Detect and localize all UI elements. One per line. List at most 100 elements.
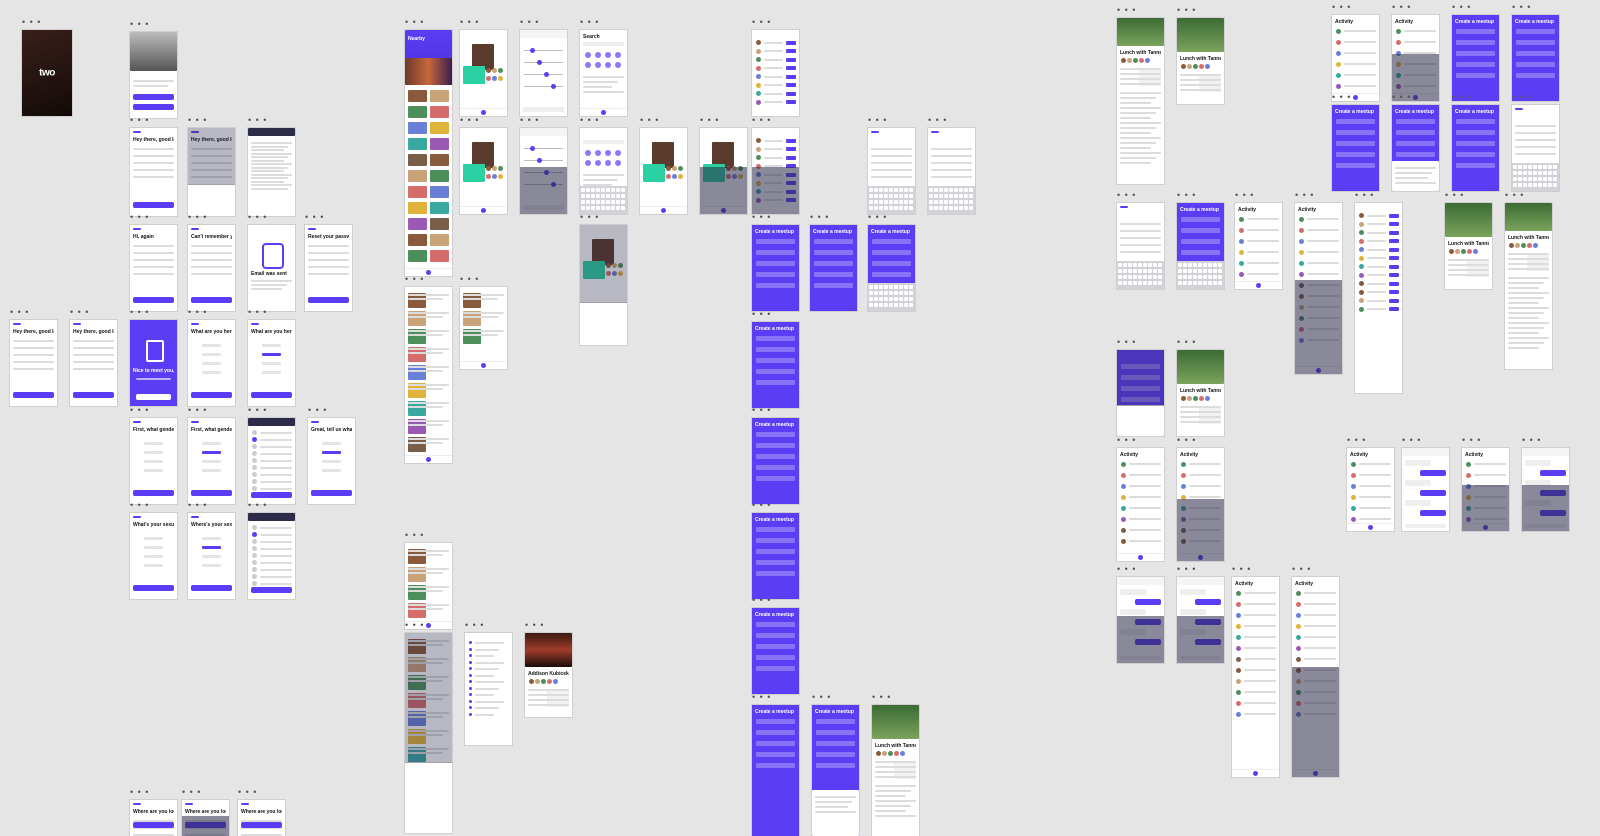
screen-frame[interactable]: First, what gender are you?	[130, 418, 177, 504]
frame-options-icon[interactable]: • • •	[188, 213, 207, 222]
option-item[interactable]	[202, 344, 221, 347]
keyboard-key[interactable]	[1148, 275, 1152, 279]
keyboard-key[interactable]	[904, 285, 908, 289]
keyboard-key[interactable]	[1123, 269, 1127, 273]
invite-button[interactable]	[1389, 256, 1399, 260]
frame-options-icon[interactable]: • • •	[640, 116, 659, 125]
keyboard-key[interactable]	[1193, 269, 1197, 273]
frame-options-icon[interactable]: • • •	[1177, 565, 1196, 574]
form-field[interactable]	[1456, 130, 1495, 135]
keyboard-key[interactable]	[1203, 269, 1207, 273]
frame-options-icon[interactable]: • • •	[752, 693, 771, 702]
keyboard-key[interactable]	[1178, 269, 1182, 273]
screen-frame[interactable]: Create a meetup	[1452, 15, 1499, 101]
keyboard-key[interactable]	[944, 194, 948, 198]
keyboard-key[interactable]	[944, 200, 948, 204]
keyboard-key[interactable]	[1523, 183, 1527, 187]
invite-button[interactable]	[1389, 239, 1399, 243]
keyboard-key[interactable]	[611, 194, 615, 198]
keyboard-key[interactable]	[601, 194, 605, 198]
keyboard-key[interactable]	[1188, 281, 1192, 285]
invite-button[interactable]	[786, 155, 796, 160]
frame-options-icon[interactable]: • • •	[525, 621, 544, 630]
keyboard-key[interactable]	[904, 297, 908, 301]
frame-options-icon[interactable]: • • •	[1235, 191, 1254, 200]
continue-button[interactable]	[241, 822, 282, 828]
keyboard-key[interactable]	[1133, 269, 1137, 273]
form-field[interactable]	[816, 741, 855, 746]
form-field[interactable]	[1336, 163, 1375, 168]
screen-frame[interactable]: Activity	[1295, 203, 1342, 374]
frame-options-icon[interactable]: • • •	[1232, 565, 1251, 574]
keyboard-key[interactable]	[591, 206, 595, 210]
keyboard-key[interactable]	[586, 188, 590, 192]
form-field[interactable]	[756, 560, 795, 565]
screen-frame[interactable]: Create a meetup	[868, 225, 915, 311]
keyboard-key[interactable]	[1208, 263, 1212, 267]
form-field[interactable]	[814, 250, 853, 255]
keyboard-key[interactable]	[874, 188, 878, 192]
screen-frame[interactable]: Hey there, good looking	[70, 320, 117, 406]
back-link[interactable]	[311, 421, 319, 423]
keyboard-key[interactable]	[611, 200, 615, 204]
screen-frame[interactable]	[460, 128, 507, 214]
category-icon[interactable]	[595, 150, 601, 156]
back-link[interactable]	[133, 131, 141, 133]
keyboard-key[interactable]	[969, 206, 973, 210]
frame-options-icon[interactable]: • • •	[812, 693, 831, 702]
frame-options-icon[interactable]: • • •	[1332, 93, 1351, 102]
keyboard-key[interactable]	[939, 188, 943, 192]
screen-frame[interactable]	[405, 287, 452, 463]
keyboard-key[interactable]	[1553, 183, 1557, 187]
frame-options-icon[interactable]: • • •	[1512, 3, 1531, 12]
keyboard-key[interactable]	[1193, 275, 1197, 279]
form-field[interactable]	[1396, 152, 1435, 157]
form-field[interactable]	[1456, 62, 1495, 67]
continue-button[interactable]	[13, 392, 54, 398]
keyboard-key[interactable]	[1203, 281, 1207, 285]
bottom-sheet[interactable]	[405, 762, 452, 833]
keyboard-key[interactable]	[879, 194, 883, 198]
option-item[interactable]	[202, 469, 221, 472]
keyboard-key[interactable]	[1518, 177, 1522, 181]
keyboard-key[interactable]	[964, 188, 968, 192]
screen-frame[interactable]: Can't remember your password?	[188, 225, 235, 311]
screen-frame[interactable]	[248, 418, 295, 504]
option-item[interactable]	[322, 442, 341, 445]
form-field[interactable]	[814, 261, 853, 266]
invite-button[interactable]	[786, 40, 796, 45]
radio-icon[interactable]	[252, 458, 257, 463]
frame-options-icon[interactable]: • • •	[130, 20, 149, 29]
date-picker[interactable]	[1392, 161, 1439, 191]
radio-icon[interactable]	[252, 567, 257, 572]
feed-card-photo[interactable]	[430, 154, 449, 166]
keyboard-key[interactable]	[1148, 269, 1152, 273]
keyboard-key[interactable]	[596, 188, 600, 192]
keyboard-key[interactable]	[1533, 183, 1537, 187]
back-link[interactable]	[191, 323, 199, 325]
keyboard-key[interactable]	[879, 188, 883, 192]
keyboard-key[interactable]	[904, 206, 908, 210]
frame-options-icon[interactable]: • • •	[1295, 191, 1314, 200]
keyboard-key[interactable]	[874, 200, 878, 204]
keyboard-key[interactable]	[929, 206, 933, 210]
screen-frame[interactable]: Activity	[1292, 577, 1339, 777]
radio-icon[interactable]	[252, 430, 257, 435]
keyboard-key[interactable]	[1153, 269, 1157, 273]
keyboard-key[interactable]	[1533, 171, 1537, 175]
frame-options-icon[interactable]: • • •	[1117, 6, 1136, 15]
frame-options-icon[interactable]: • • •	[10, 308, 29, 317]
invite-button[interactable]	[786, 147, 796, 151]
form-field[interactable]	[756, 261, 795, 266]
invite-button[interactable]	[1389, 307, 1399, 311]
screen-frame[interactable]: Nice to meet you, Emily	[130, 320, 177, 406]
keyboard-key[interactable]	[899, 285, 903, 289]
form-field[interactable]	[1456, 163, 1495, 168]
keyboard-key[interactable]	[869, 188, 873, 192]
back-link[interactable]	[185, 803, 193, 805]
category-icon[interactable]	[585, 62, 591, 68]
invite-button[interactable]	[1389, 290, 1399, 294]
frame-options-icon[interactable]: • • •	[1117, 436, 1136, 445]
keyboard-key[interactable]	[1143, 263, 1147, 267]
keyboard-key[interactable]	[879, 297, 883, 301]
